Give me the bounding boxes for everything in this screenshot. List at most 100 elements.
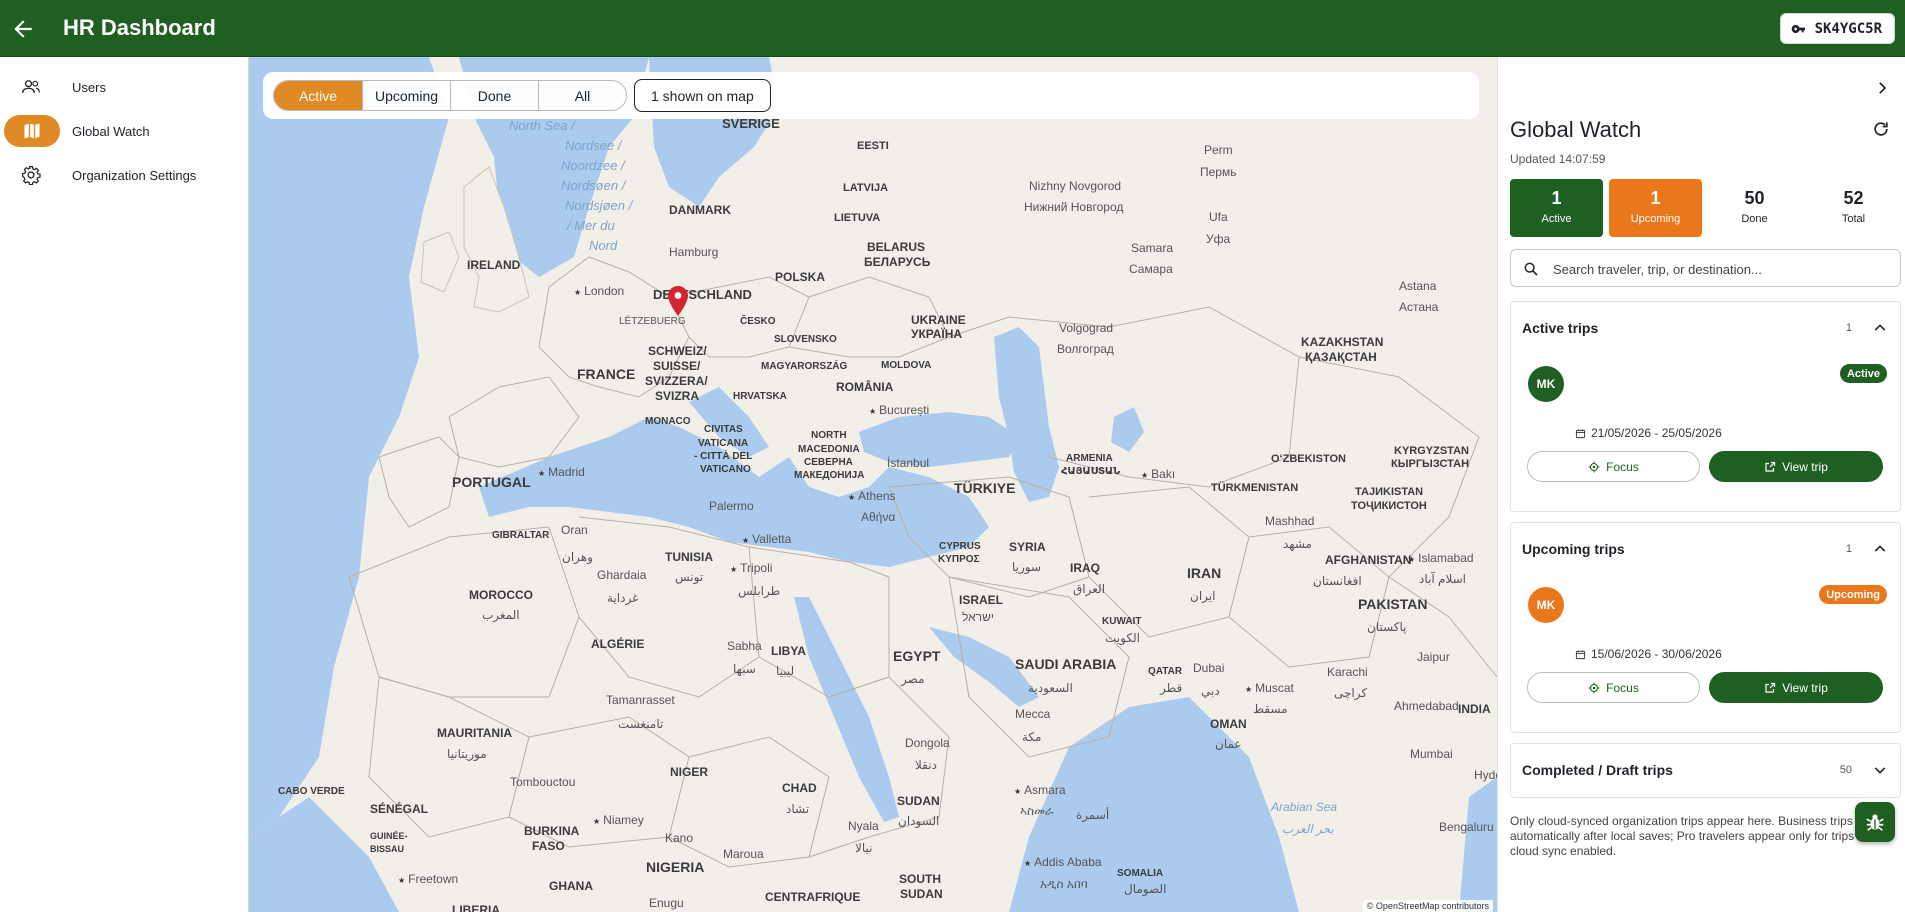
map-label: North Sea / <box>509 118 575 133</box>
sidebar-item-users[interactable]: Users <box>0 69 249 105</box>
panel-title: Global Watch <box>1510 117 1642 142</box>
status-badge: Active <box>1839 364 1887 383</box>
section-header[interactable]: Completed / Draft trips 50 <box>1511 744 1900 796</box>
map-label: الصومال <box>1124 882 1167 896</box>
map-attribution[interactable]: © OpenStreetMap contributors <box>1362 900 1493 912</box>
map-label: Bengaluru <box>1439 820 1494 834</box>
map-label: Arabian Sea <box>1271 800 1338 814</box>
map-label: ТОҶИКИСТОН <box>1351 500 1427 512</box>
active-trips-section: Active trips 1 MK Active 21/05/2026 - 25… <box>1510 301 1901 512</box>
map-label: СЕВЕРНА <box>804 457 853 468</box>
view-trip-button[interactable]: View trip <box>1709 672 1883 703</box>
sidebar-item-organization-settings[interactable]: Organization Settings <box>0 157 249 193</box>
map-label: SAUDI ARABIA <box>1015 656 1117 672</box>
map-label: EESTI <box>857 140 889 152</box>
stat-label: Total <box>1841 213 1866 225</box>
map-label: MOLDOVA <box>881 360 932 371</box>
map-label: BISSAU <box>370 844 405 854</box>
section-header[interactable]: Upcoming trips 1 <box>1511 523 1900 575</box>
map-label: QATAR <box>1148 666 1183 677</box>
map-label: LËTZEBUERG <box>619 316 686 327</box>
map-label: IRAQ <box>1070 561 1100 575</box>
map-label: Tamanrasset <box>606 693 675 707</box>
map-label: Valletta <box>742 532 791 548</box>
map-label: OʻZBEKISTON <box>1271 453 1346 465</box>
section-header[interactable]: Active trips 1 <box>1511 302 1900 354</box>
map-label: عمان <box>1215 737 1242 751</box>
map-label: Tripoli <box>730 561 772 577</box>
map-label: السعودية <box>1028 681 1073 695</box>
focus-button[interactable]: Focus <box>1527 451 1700 482</box>
map-label: MAGYARORSZÁG <box>761 361 848 372</box>
map-label: کراچی <box>1334 686 1368 700</box>
filter-active[interactable]: Active <box>274 81 362 110</box>
map-label: ALGÉRIE <box>591 637 645 651</box>
map-label: Ahmedabad <box>1394 699 1459 713</box>
map-label: TÜRKMENISTAN <box>1211 482 1299 494</box>
map-label: بحر العرب <box>1282 822 1334 836</box>
sidebar-item-label: Global Watch <box>72 123 150 139</box>
map-label: Уфа <box>1206 232 1231 246</box>
shown-on-map-button[interactable]: 1 shown on map <box>634 79 771 112</box>
map-label: Dubai <box>1193 661 1225 675</box>
sidebar: Users Global Watch Organization Settings <box>0 57 249 912</box>
trip-dates-text: 15/06/2026 - 30/06/2026 <box>1591 647 1722 661</box>
map-label: Madrid <box>538 465 585 481</box>
chevron-down-icon <box>1874 767 1886 774</box>
bug-report-button[interactable] <box>1855 802 1895 842</box>
filter-upcoming[interactable]: Upcoming <box>362 81 450 110</box>
calendar-icon <box>1575 428 1586 438</box>
filter-all[interactable]: All <box>538 81 626 110</box>
map-label: Волгоград <box>1057 342 1114 356</box>
map-label: PAKISTAN <box>1358 596 1428 612</box>
map-label: NIGERIA <box>646 859 705 875</box>
section-title: Active trips <box>1522 320 1599 336</box>
map-label: TUNISIA <box>665 550 713 564</box>
filter-done[interactable]: Done <box>450 81 538 110</box>
map-label: NORTH <box>811 430 847 441</box>
stat-active[interactable]: 1 Active <box>1510 179 1603 237</box>
map-label: Freetown <box>398 872 458 888</box>
map-label: Hyderaba <box>1474 768 1497 782</box>
map-label: Perm <box>1204 143 1233 157</box>
stat-total[interactable]: 52 Total <box>1807 179 1900 237</box>
map-label: Noordzee / <box>561 158 625 173</box>
map-label: Astana <box>1399 279 1437 293</box>
map-label: پاکستان <box>1367 620 1407 634</box>
trip-search <box>1510 249 1901 287</box>
map-label: تامنغست <box>618 717 664 731</box>
map-label: دنقلا <box>915 758 937 772</box>
open-in-new-icon <box>1765 461 1776 472</box>
completed-trips-section: Completed / Draft trips 50 <box>1510 743 1901 798</box>
stat-label: Active <box>1541 213 1572 225</box>
map-label: تشاد <box>786 802 810 816</box>
map-label: POLSKA <box>775 270 826 284</box>
search-input[interactable] <box>1553 258 1883 280</box>
view-trip-button[interactable]: View trip <box>1709 451 1883 482</box>
stat-done[interactable]: 50 Done <box>1708 179 1801 237</box>
back-arrow-icon[interactable] <box>10 16 36 42</box>
avatar: MK <box>1528 587 1564 623</box>
focus-button[interactable]: Focus <box>1527 672 1700 703</box>
trip-marker-pin-icon[interactable] <box>667 285 689 317</box>
app-header: HR Dashboard SK4YGC5R <box>0 0 1905 57</box>
world-map[interactable]: SVERIGE EESTI Perm Пермь North Sea / Nor… <box>249 57 1497 912</box>
stat-upcoming[interactable]: 1 Upcoming <box>1609 179 1702 237</box>
refresh-icon[interactable] <box>1871 119 1891 139</box>
map-label: ҚАЗАҚСТАН <box>1305 350 1377 364</box>
map-label: Volgograd <box>1059 321 1114 335</box>
map-label: INDIA <box>1458 702 1491 716</box>
map-label: Nyala <box>848 819 879 833</box>
map-label: Samara <box>1131 241 1174 255</box>
map-label: Mumbai <box>1410 747 1453 761</box>
map-label: طرابلس <box>738 584 781 598</box>
map-label: Enugu <box>649 896 684 910</box>
map-label: EGYPT <box>893 648 941 664</box>
chevron-right-icon[interactable] <box>1873 79 1891 97</box>
map-label: / Mer du <box>567 218 615 233</box>
map-label: اسلام آباد <box>1419 572 1466 586</box>
sidebar-item-global-watch[interactable]: Global Watch <box>0 113 249 149</box>
map-label: SLOVENSKO <box>774 334 837 345</box>
map-label: BURKINA <box>524 824 580 838</box>
org-key-chip[interactable]: SK4YGC5R <box>1779 13 1895 44</box>
